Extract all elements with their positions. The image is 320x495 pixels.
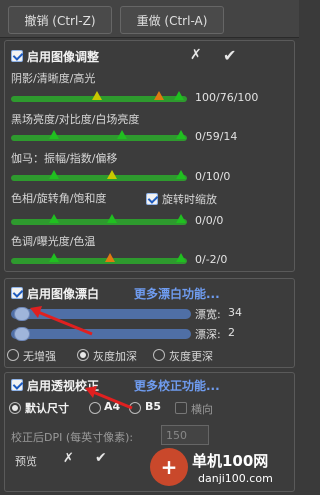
annotation-arrows: [30, 306, 133, 410]
watermark-logo-icon: +: [150, 448, 188, 486]
arrow-line: [92, 390, 133, 410]
watermark-url: danji100.com: [198, 472, 273, 485]
watermark-name: 单机100网: [192, 452, 269, 470]
arrow-line: [37, 310, 93, 336]
